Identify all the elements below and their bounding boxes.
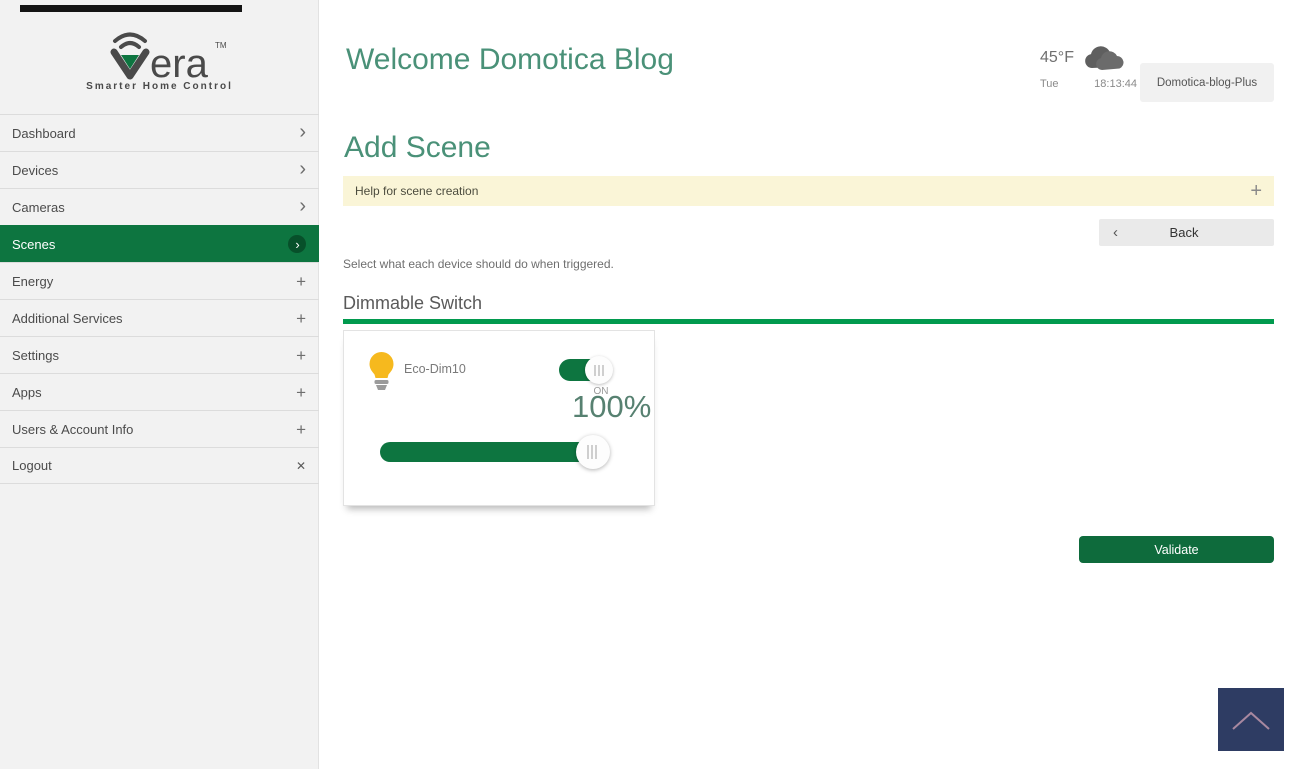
sidebar-item-apps[interactable]: Apps + — [0, 373, 319, 410]
cloud-icon — [1082, 44, 1124, 72]
sidebar-item-label: Logout — [12, 458, 296, 473]
page-title: Add Scene — [344, 131, 491, 165]
weather-clock: 18:13:44 — [1094, 78, 1137, 90]
instruction-text: Select what each device should do when t… — [343, 257, 614, 271]
sidebar-item-label: Additional Services — [12, 311, 296, 326]
knob-grip-icon — [587, 445, 599, 459]
plus-icon: + — [296, 310, 306, 327]
help-accordion-label: Help for scene creation — [355, 184, 1250, 198]
validate-button-label: Validate — [1154, 543, 1198, 557]
controller-name: Domotica-blog-Plus — [1157, 77, 1257, 89]
close-icon: ✕ — [296, 460, 306, 472]
vera-logo: era TM Smarter Home Control — [0, 26, 319, 92]
toggle-knob[interactable] — [585, 356, 613, 384]
device-name: Eco-Dim10 — [404, 362, 466, 376]
controller-selector[interactable]: Domotica-blog-Plus — [1140, 63, 1274, 102]
chevron-right-icon: › — [299, 159, 306, 179]
device-card: Eco-Dim10 ON 100% — [343, 330, 655, 506]
sidebar-item-label: Devices — [12, 163, 299, 178]
weather-day: Tue — [1040, 78, 1059, 90]
sidebar-item-label: Energy — [12, 274, 296, 289]
device-category-title: Dimmable Switch — [343, 293, 482, 314]
vera-logo-icon: era TM — [93, 26, 227, 80]
light-bulb-icon — [368, 351, 395, 391]
plus-icon: + — [296, 384, 306, 401]
sidebar-item-label: Settings — [12, 348, 296, 363]
help-accordion[interactable]: Help for scene creation + — [343, 176, 1274, 206]
svg-text:TM: TM — [215, 41, 227, 50]
weather-widget: 45°F Tue 18:13:44 — [1040, 44, 1140, 90]
sidebar-item-label: Users & Account Info — [12, 422, 296, 437]
sidebar-item-label: Cameras — [12, 200, 299, 215]
sidebar-item-scenes[interactable]: Scenes › — [0, 225, 319, 262]
back-button[interactable]: ‹ Back — [1099, 219, 1274, 246]
sidebar-item-label: Dashboard — [12, 126, 299, 141]
chevron-right-circle-icon: › — [288, 235, 306, 253]
sidebar-item-label: Apps — [12, 385, 296, 400]
dim-level-slider[interactable] — [380, 435, 610, 469]
sidebar-item-users-account-info[interactable]: Users & Account Info + — [0, 410, 319, 447]
expand-plus-icon[interactable]: + — [1250, 180, 1262, 203]
slider-track[interactable] — [380, 442, 602, 462]
chevron-up-icon — [1229, 707, 1273, 733]
sidebar-item-label: Scenes — [12, 237, 288, 252]
sidebar-item-settings[interactable]: Settings + — [0, 336, 319, 373]
sidebar-item-additional-services[interactable]: Additional Services + — [0, 299, 319, 336]
knob-grip-icon — [594, 365, 604, 376]
sidebar-item-dashboard[interactable]: Dashboard › — [0, 114, 319, 151]
chevron-right-icon: › — [299, 196, 306, 216]
sidebar-item-cameras[interactable]: Cameras › — [0, 188, 319, 225]
validate-button[interactable]: Validate — [1079, 536, 1274, 563]
sidebar: era TM Smarter Home Control Dashboard › … — [0, 0, 319, 769]
top-black-bar — [20, 5, 242, 12]
plus-icon: + — [296, 273, 306, 290]
scroll-to-top-button[interactable] — [1218, 688, 1284, 751]
sidebar-menu: Dashboard › Devices › Cameras › Scenes ›… — [0, 114, 319, 484]
sidebar-item-logout[interactable]: Logout ✕ — [0, 447, 319, 484]
slider-knob[interactable] — [576, 435, 610, 469]
back-button-label: Back — [1118, 225, 1250, 240]
dim-level-value: 100% — [572, 389, 651, 425]
sidebar-item-energy[interactable]: Energy + — [0, 262, 319, 299]
vera-app-window: era TM Smarter Home Control Dashboard › … — [0, 0, 1300, 769]
chevron-right-icon: › — [299, 122, 306, 142]
sidebar-item-devices[interactable]: Devices › — [0, 151, 319, 188]
device-on-off-toggle[interactable]: ON — [559, 358, 613, 382]
logo-tagline: Smarter Home Control — [0, 81, 319, 92]
section-divider — [343, 319, 1274, 324]
welcome-heading: Welcome Domotica Blog — [346, 44, 686, 76]
svg-text:era: era — [150, 42, 209, 80]
weather-temperature: 45°F — [1040, 49, 1074, 67]
plus-icon: + — [296, 421, 306, 438]
plus-icon: + — [296, 347, 306, 364]
